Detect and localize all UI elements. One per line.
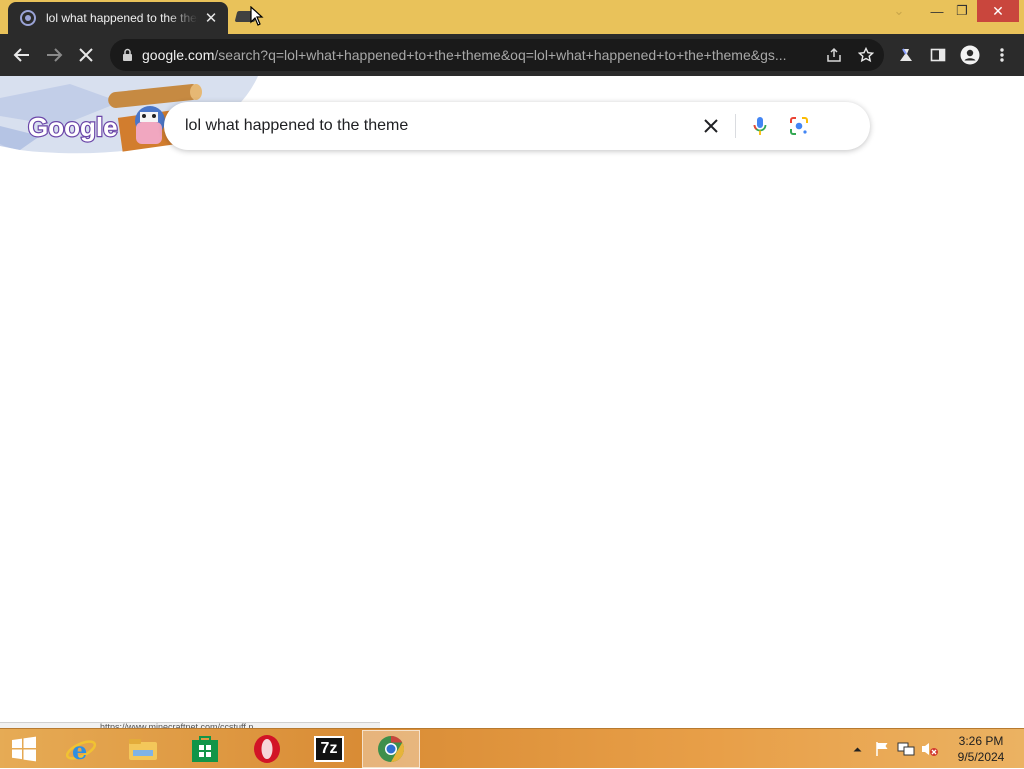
file-explorer-icon: [129, 739, 157, 760]
start-button[interactable]: [0, 730, 48, 768]
lock-icon[interactable]: [122, 48, 133, 62]
share-icon: [827, 47, 841, 62]
profile-icon: [960, 45, 980, 65]
address-bar[interactable]: google.com/search?q=lol+what+happened+to…: [110, 39, 884, 71]
lens-search-button[interactable]: [787, 114, 811, 138]
internet-explorer-icon: e: [65, 736, 97, 764]
windows-logo-icon: [12, 736, 36, 762]
extensions-button[interactable]: [892, 41, 920, 69]
tab-close-button[interactable]: ✕: [202, 9, 220, 27]
profile-button[interactable]: [956, 41, 984, 69]
forward-button[interactable]: [40, 41, 68, 69]
voice-search-icon: [753, 117, 767, 135]
taskbar-clock[interactable]: 3:26 PM 9/5/2024: [946, 733, 1016, 765]
bookmark-button[interactable]: [852, 41, 880, 69]
bookmark-star-icon: [858, 47, 874, 63]
search-input[interactable]: lol what happened to the theme: [185, 117, 408, 135]
volume-tray-button[interactable]: [920, 729, 940, 769]
back-icon: [13, 48, 29, 62]
side-panel-button[interactable]: [924, 41, 952, 69]
tab-title: lol what happened to the theme: [46, 11, 198, 25]
taskbar-7zip[interactable]: 7z: [300, 730, 358, 768]
taskbar-opera[interactable]: [238, 730, 296, 768]
back-button[interactable]: [8, 41, 36, 69]
svg-text:e: e: [72, 736, 87, 764]
extensions-icon: [900, 48, 912, 61]
forward-icon: [47, 48, 63, 62]
browser-toolbar: google.com/search?q=lol+what+happened+to…: [0, 34, 1024, 76]
windows-taskbar: e 7z 3:26 PM 9/5/2024: [0, 728, 1024, 768]
chrome-menu-button[interactable]: [988, 41, 1016, 69]
flag-icon: [876, 742, 888, 756]
chevron-up-icon: [853, 747, 861, 752]
volume-muted-icon: [922, 743, 938, 756]
restore-button[interactable]: ❐: [951, 0, 973, 22]
clear-icon: [704, 119, 718, 133]
browser-tab[interactable]: lol what happened to the theme ✕: [8, 2, 228, 34]
share-button[interactable]: [820, 41, 848, 69]
taskbar-file-explorer[interactable]: [114, 730, 172, 768]
stop-button[interactable]: [72, 41, 100, 69]
side-panel-icon: [930, 48, 946, 62]
search-box-divider: [735, 114, 736, 138]
taskbar-chrome[interactable]: [362, 730, 420, 768]
action-center-button[interactable]: [872, 729, 892, 769]
svg-text:Google: Google: [28, 112, 118, 142]
network-tray-button[interactable]: [896, 729, 916, 769]
loading-spinner-icon: [20, 10, 36, 26]
stop-loading-icon: [79, 48, 93, 62]
voice-search-button[interactable]: [748, 114, 772, 138]
taskbar-windows-store[interactable]: [176, 730, 234, 768]
show-hidden-icons-button[interactable]: [850, 729, 864, 769]
close-window-button[interactable]: ✕: [977, 0, 1019, 22]
minimize-button[interactable]: —: [926, 0, 948, 22]
windows-store-icon: [192, 736, 218, 762]
chrome-icon: [378, 735, 405, 763]
opera-icon: [254, 735, 280, 763]
search-tabs-button[interactable]: ⌄: [888, 0, 910, 22]
network-icon: [897, 742, 915, 756]
clock-date: 9/5/2024: [957, 750, 1005, 764]
taskbar-internet-explorer[interactable]: e: [52, 730, 110, 768]
google-search-box[interactable]: lol what happened to the theme: [164, 102, 870, 150]
7zip-icon: 7z: [314, 736, 344, 762]
browser-titlebar: lol what happened to the theme ✕ ⌄ — ❐ ✕: [0, 0, 1024, 34]
mouse-cursor-icon: [250, 6, 264, 26]
clear-search-button[interactable]: [699, 114, 723, 138]
clock-time: 3:26 PM: [958, 734, 1004, 748]
menu-icon: [1000, 48, 1004, 62]
url-text[interactable]: google.com/search?q=lol+what+happened+to…: [142, 47, 814, 63]
lens-icon: [790, 117, 808, 135]
